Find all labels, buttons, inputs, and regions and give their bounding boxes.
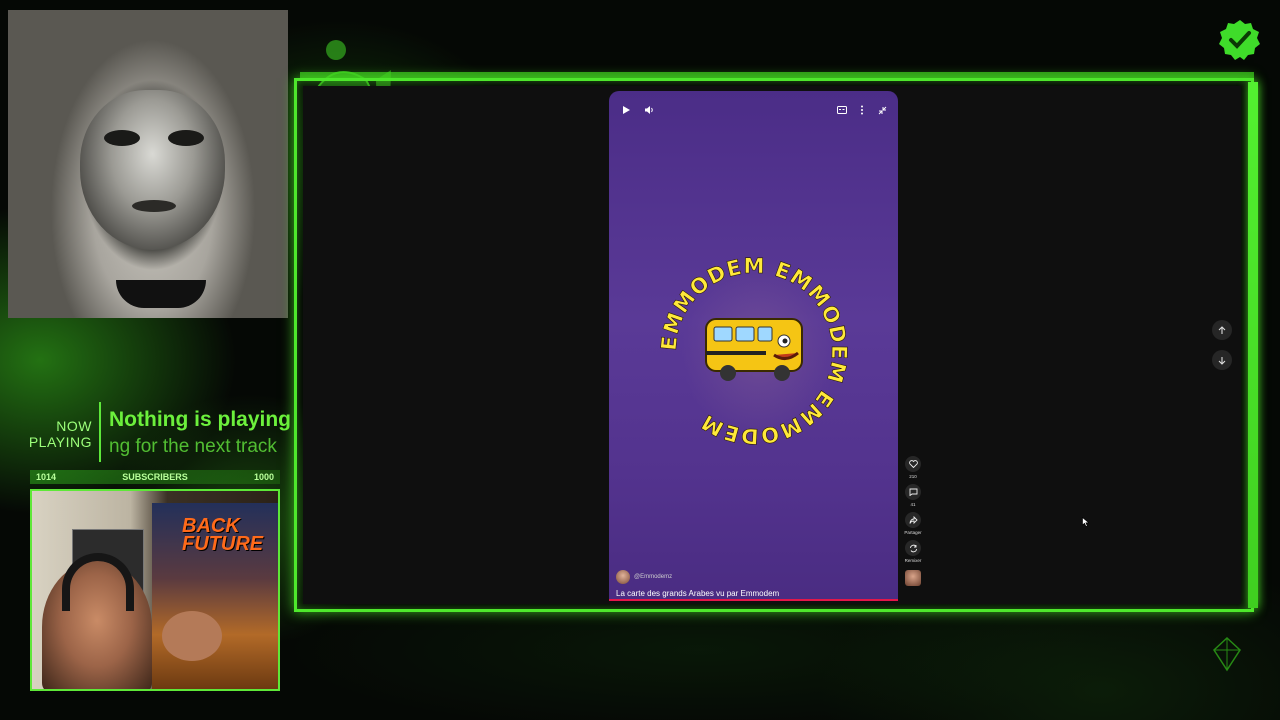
remix-button[interactable] <box>905 540 921 556</box>
heart-icon <box>908 460 918 468</box>
video-progress-bar[interactable] <box>609 599 898 601</box>
poster-title: BACK FUTURE <box>182 516 264 555</box>
subscriber-goal-bar: 1014 SUBSCRIBERS 1000 <box>30 470 280 484</box>
now-playing-divider <box>99 402 101 462</box>
subscriber-goal: 1000 <box>253 472 274 482</box>
more-vertical-icon <box>861 105 863 115</box>
playing-label: PLAYING <box>28 434 92 450</box>
mask-eye-left <box>104 130 140 146</box>
emmodem-emblem: EMMODEM EMMODEM EMMODEM <box>656 254 850 449</box>
remix-icon <box>909 544 917 552</box>
mask-eye-right <box>168 130 204 146</box>
browser-screen: EMMODEM EMMODEM EMMODEM @Emmodemz La car… <box>303 86 1241 604</box>
subscriber-label: SUBSCRIBERS <box>122 472 188 482</box>
collapse-button[interactable] <box>872 100 892 120</box>
collar <box>116 280 206 308</box>
sound-avatar[interactable] <box>905 570 921 586</box>
comment-action[interactable]: 41 <box>902 484 924 508</box>
frame-right-edge <box>1248 82 1258 608</box>
share-action[interactable]: Partager <box>902 512 924 536</box>
like-button[interactable] <box>905 456 921 472</box>
volume-button[interactable] <box>639 100 659 120</box>
remix-action[interactable]: Remixer <box>902 540 924 564</box>
comment-count: 41 <box>910 502 916 507</box>
mouse-cursor-icon <box>1082 517 1090 527</box>
short-video-player[interactable]: EMMODEM EMMODEM EMMODEM @Emmodemz La car… <box>609 91 898 601</box>
corner-logo-icon <box>1213 636 1241 672</box>
arrow-up-icon <box>1218 325 1226 334</box>
collapse-icon <box>878 106 886 114</box>
now-label: NOW <box>56 418 92 434</box>
school-bus-icon <box>705 318 803 381</box>
arrow-down-icon <box>1218 356 1226 365</box>
silver-mask-face <box>80 90 225 250</box>
video-title: La carte des grands Arabes vu par Emmode… <box>616 589 780 598</box>
now-playing-subtitle: ng for the next track <box>109 436 277 457</box>
like-count: 210 <box>909 474 917 479</box>
share-label: Partager <box>904 530 922 535</box>
back-to-the-future-poster: BACK FUTURE <box>152 503 278 689</box>
now-playing-label: NOW PLAYING <box>22 418 92 450</box>
like-action[interactable]: 210 <box>902 456 924 480</box>
more-options-button[interactable] <box>852 100 872 120</box>
now-playing-title: Nothing is playing <box>109 408 291 431</box>
mask-mouth <box>132 200 176 212</box>
play-icon <box>623 106 630 114</box>
action-rail: 210 41 Partager Remixer <box>902 456 924 590</box>
comment-button[interactable] <box>905 484 921 500</box>
remix-label: Remixer <box>904 558 922 563</box>
webcam-top-feed <box>8 10 288 318</box>
channel-avatar[interactable] <box>616 570 630 584</box>
channel-info[interactable]: @Emmodemz <box>616 570 672 584</box>
next-short-button[interactable] <box>1212 350 1232 370</box>
hand <box>162 611 222 661</box>
share-button[interactable] <box>905 512 921 528</box>
captions-icon <box>837 106 847 114</box>
check-badge-icon <box>1219 20 1260 60</box>
captions-button[interactable] <box>832 100 852 120</box>
poster-title-line2: FUTURE <box>182 533 264 555</box>
share-icon <box>909 516 918 524</box>
play-button[interactable] <box>616 100 636 120</box>
previous-short-button[interactable] <box>1212 320 1232 340</box>
subscriber-count: 1014 <box>36 472 57 482</box>
webcam-bottom-feed: BACK FUTURE <box>30 489 280 691</box>
sound-source[interactable] <box>902 568 924 586</box>
volume-icon <box>644 106 653 114</box>
channel-handle[interactable]: @Emmodemz <box>634 574 672 580</box>
comment-icon <box>909 488 917 496</box>
